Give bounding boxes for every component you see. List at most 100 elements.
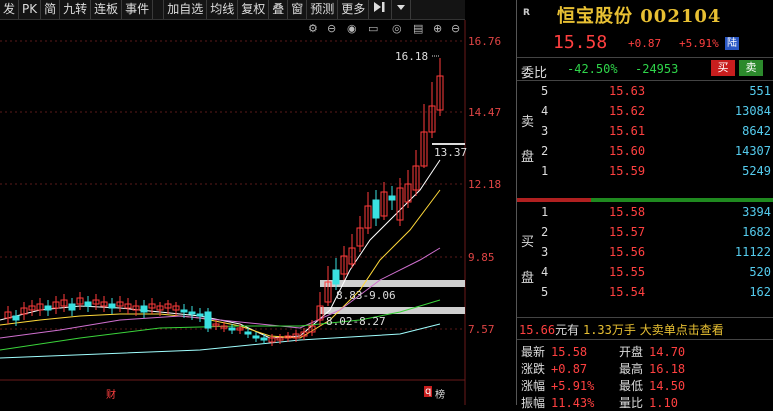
candle-body — [84, 301, 92, 307]
ask-ratio-bar — [517, 198, 591, 202]
bid-row[interactable]: 2 15.57 1682 — [517, 225, 773, 243]
weibi-pct: -42.50% — [567, 62, 618, 76]
buy-button[interactable]: 买 — [711, 60, 735, 76]
toolbar-btn-fa[interactable]: 发 — [0, 0, 20, 19]
candle-body — [140, 305, 148, 313]
price-change: +0.87 — [628, 37, 662, 50]
finance-tag[interactable]: 财 — [105, 386, 117, 401]
candle-body — [188, 311, 196, 315]
high-marker-label: 16.18 — [395, 50, 429, 63]
support-zone-label: 8.83-9.06 — [336, 289, 396, 302]
divider — [517, 57, 773, 58]
ask-level: 1 — [541, 164, 549, 178]
bid-level: 1 — [541, 205, 549, 219]
big-order-ticker[interactable]: 15.66元有 1.33万手 大卖单点击查看 — [519, 321, 724, 338]
kline-chart[interactable]: ⚙ ⊖ ◉ ▭ ◎ ▤ ⊕ ⊖ 16.76 14.47 12.18 9.85 7… — [0, 20, 515, 405]
toolbar-separator — [153, 0, 165, 19]
ask-row[interactable]: 2 15.60 14307 — [517, 144, 773, 162]
toolbar-btn-more[interactable]: 更多 — [338, 0, 370, 19]
candle-body — [12, 315, 20, 321]
toolbar-btn-lianban[interactable]: 连板 — [91, 0, 123, 19]
price-axis-label: 12.18 — [468, 178, 502, 191]
bid-row[interactable]: 1 15.58 3394 — [517, 205, 773, 223]
ask-volume: 551 — [749, 84, 771, 98]
q-tag[interactable]: q — [424, 386, 433, 397]
stat-left: 涨幅 +5.91% — [521, 377, 594, 394]
eye-icon[interactable]: ◉ — [347, 22, 357, 35]
stat-left: 最新 15.58 — [521, 343, 587, 360]
rank-tag[interactable]: 榜 — [434, 386, 446, 401]
toolbar-btn-window[interactable]: 窗 — [288, 0, 308, 19]
bid-level: 2 — [541, 225, 549, 239]
toolbar-btn-forecast[interactable]: 预测 — [307, 0, 339, 19]
toolbar-btn-pk[interactable]: PK — [19, 0, 42, 19]
minus-circle-icon[interactable]: ⊖ — [451, 22, 460, 35]
bid-price: 15.56 — [609, 245, 646, 259]
stat-left-value: +5.91% — [551, 379, 595, 393]
chart-toolbar: 发 PK 简 九转 连板 事件 加自选 均线 复权 叠 窗 预测 更多 — [0, 0, 465, 20]
bid-level: 3 — [541, 245, 549, 259]
ask-level: 5 — [541, 84, 549, 98]
toolbar-btn-add-watchlist[interactable]: 加自选 — [164, 0, 208, 19]
candle-body — [204, 311, 212, 329]
toolbar-btn-overlay[interactable]: 叠 — [269, 0, 289, 19]
price-axis-label: 9.85 — [468, 251, 495, 264]
weibi-diff: -24953 — [635, 62, 679, 76]
ask-row[interactable]: 5 15.63 551 — [517, 84, 773, 102]
stat-left-label: 最新 — [521, 345, 546, 359]
stat-right-label: 最高 — [619, 362, 644, 376]
stat-right-value: 14.50 — [649, 379, 686, 393]
bid-price: 15.54 — [609, 285, 646, 299]
stat-right-value: 14.70 — [649, 345, 686, 359]
caret-down-icon[interactable] — [392, 0, 412, 19]
bid-price: 15.55 — [609, 265, 646, 279]
candle-body — [108, 303, 116, 309]
ask-volume: 14307 — [734, 144, 771, 158]
lock-icon[interactable]: ▤ — [413, 22, 423, 35]
bid-price: 15.58 — [609, 205, 646, 219]
zoom-out-icon[interactable]: ⊖ — [327, 22, 336, 35]
ask-price: 15.63 — [609, 84, 646, 98]
kline-svg — [0, 20, 466, 405]
sell-button[interactable]: 卖 — [739, 60, 763, 76]
candle-body — [260, 337, 268, 341]
plus-circle-icon[interactable]: ⊕ — [433, 22, 442, 35]
ask-row[interactable]: 4 15.62 13084 — [517, 104, 773, 122]
stock-title: 恒宝股份 002104 — [557, 6, 722, 27]
toolbar-btn-jiuzhuan[interactable]: 九转 — [60, 0, 92, 19]
stat-left-label: 涨幅 — [521, 379, 546, 393]
candle-body — [228, 327, 236, 331]
toolbar-btn-ma[interactable]: 均线 — [207, 0, 239, 19]
support-zone-label: 8.02-8.27 — [326, 315, 386, 328]
panel-icon[interactable]: ▭ — [368, 22, 378, 35]
settings-icon[interactable]: ⚙ — [308, 22, 318, 35]
divider — [517, 80, 773, 81]
eye-off-icon[interactable]: ◎ — [392, 22, 402, 35]
stat-left-label: 振幅 — [521, 396, 546, 410]
bid-level: 5 — [541, 285, 549, 299]
stat-left-value: 11.43% — [551, 396, 595, 410]
toolbar-btn-shijian[interactable]: 事件 — [122, 0, 154, 19]
bid-row[interactable]: 5 15.54 162 — [517, 285, 773, 303]
skip-icon[interactable] — [369, 0, 393, 19]
toolbar-btn-jian[interactable]: 简 — [41, 0, 61, 19]
bid-row[interactable]: 3 15.56 11122 — [517, 245, 773, 263]
ask-row[interactable]: 3 15.61 8642 — [517, 124, 773, 142]
candle-body — [44, 305, 52, 311]
bid-price: 15.57 — [609, 225, 646, 239]
low-marker-label: 13.37 — [434, 146, 468, 159]
ask-row[interactable]: 1 15.59 5249 — [517, 164, 773, 182]
toolbar-btn-fuquan[interactable]: 复权 — [238, 0, 270, 19]
ask-volume: 8642 — [742, 124, 771, 138]
bid-volume: 1682 — [742, 225, 771, 239]
stat-left: 振幅 11.43% — [521, 394, 594, 411]
stat-right: 最高 16.18 — [619, 360, 685, 377]
weibi-label: 委比 — [521, 66, 548, 81]
stat-right: 最低 14.50 — [619, 377, 685, 394]
bid-row[interactable]: 4 15.55 520 — [517, 265, 773, 283]
ask-level: 4 — [541, 104, 549, 118]
stat-left-value: +0.87 — [551, 362, 588, 376]
stat-right-label: 开盘 — [619, 345, 644, 359]
stat-left-label: 涨跌 — [521, 362, 546, 376]
bid-volume: 3394 — [742, 205, 771, 219]
